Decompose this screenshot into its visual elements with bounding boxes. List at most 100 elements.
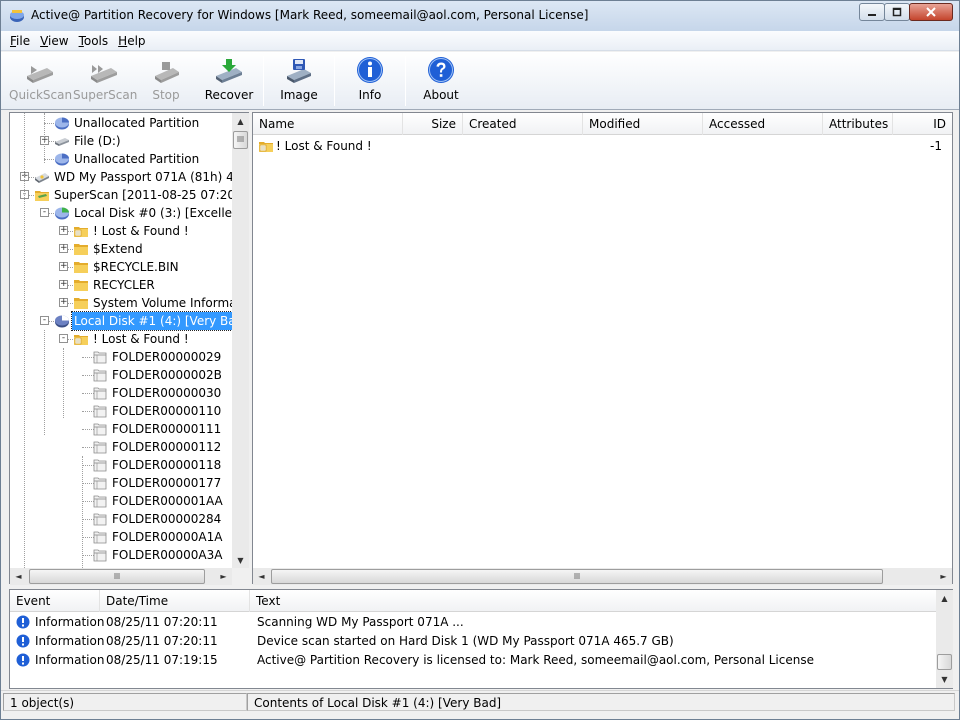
- tree-node[interactable]: FOLDER00000177: [10, 474, 232, 492]
- log-vertical-scrollbar[interactable]: ▲ ▼: [936, 590, 953, 688]
- tree-node[interactable]: + RECYCLER: [10, 276, 232, 294]
- info-button[interactable]: Info: [343, 56, 397, 108]
- expand-icon[interactable]: +: [59, 244, 68, 253]
- collapse-icon[interactable]: -: [59, 334, 68, 343]
- info-icon: [357, 57, 383, 83]
- column-attributes[interactable]: Attributes: [823, 113, 893, 135]
- list-horizontal-scrollbar[interactable]: ◄ ►: [253, 568, 952, 585]
- tree-guide-line: [44, 113, 45, 163]
- grip-icon: [574, 573, 580, 579]
- tree-node[interactable]: - Local Disk #0 (3:) [Excellent]: [10, 204, 232, 222]
- log-row[interactable]: Information 08/25/11 07:20:11 Device sca…: [10, 632, 936, 651]
- menu-view-key: V: [40, 33, 49, 48]
- tree-node[interactable]: + System Volume Informatic: [10, 294, 232, 312]
- tree-node[interactable]: - Local Disk #1 (4:) [Very Bad]: [10, 311, 232, 331]
- log-row[interactable]: Information 08/25/11 07:20:11 Scanning W…: [10, 613, 936, 632]
- scroll-down-arrow-icon[interactable]: ▼: [232, 552, 249, 569]
- tree-hscroll-thumb[interactable]: [29, 569, 205, 584]
- tree-node[interactable]: FOLDER00000A1A: [10, 528, 232, 546]
- menu-bar: File View Tools Help: [1, 31, 959, 51]
- tree-node[interactable]: + ! Lost & Found !: [10, 222, 232, 240]
- column-size[interactable]: Size: [403, 113, 463, 135]
- file-name: ! Lost & Found !: [276, 139, 372, 153]
- tree-node-label: FOLDER00000284: [112, 512, 222, 526]
- scroll-right-arrow-icon[interactable]: ►: [215, 568, 232, 585]
- menu-view-label: iew: [48, 33, 69, 48]
- file-list-row[interactable]: ! Lost & Found ! -1: [253, 137, 952, 155]
- tree-node[interactable]: + $Extend: [10, 240, 232, 258]
- tree-node[interactable]: +WD My Passport 071A (81h) 465.7: [10, 168, 232, 186]
- superscan-icon: [91, 65, 117, 83]
- about-button[interactable]: About: [413, 56, 469, 108]
- tree-vertical-scrollbar[interactable]: ▲ ▼: [232, 113, 249, 569]
- column-datetime[interactable]: Date/Time: [100, 590, 250, 612]
- close-button[interactable]: [909, 3, 953, 21]
- column-event[interactable]: Event: [10, 590, 100, 612]
- event-log-pane: Event Date/Time Text Information 08/25/1…: [9, 589, 953, 689]
- log-event: Information: [35, 615, 105, 629]
- maximize-button[interactable]: [884, 3, 910, 21]
- log-vscroll-thumb[interactable]: [937, 654, 952, 670]
- log-row[interactable]: Information 08/25/11 07:19:15 Active@ Pa…: [10, 651, 936, 670]
- quickscan-icon: [27, 66, 53, 83]
- expand-icon[interactable]: +: [59, 226, 68, 235]
- scroll-up-arrow-icon[interactable]: ▲: [232, 113, 249, 130]
- scroll-up-arrow-icon[interactable]: ▲: [936, 590, 953, 607]
- tree-node[interactable]: FOLDER00000112: [10, 438, 232, 456]
- app-icon: [10, 10, 24, 22]
- minimize-button[interactable]: [859, 3, 885, 21]
- tree-guide-line: [24, 113, 25, 568]
- list-hscroll-thumb[interactable]: [271, 569, 883, 584]
- column-text[interactable]: Text: [250, 590, 936, 612]
- help-icon: [428, 57, 454, 83]
- menu-tools[interactable]: Tools: [74, 31, 114, 51]
- column-accessed[interactable]: Accessed: [703, 113, 823, 135]
- title-bar[interactable]: Active@ Partition Recovery for Windows […: [1, 1, 959, 31]
- column-id[interactable]: ID: [893, 113, 952, 135]
- tree-vscroll-thumb[interactable]: [233, 131, 248, 149]
- scroll-right-arrow-icon[interactable]: ►: [935, 568, 952, 585]
- expand-icon[interactable]: +: [59, 280, 68, 289]
- menu-view[interactable]: View: [35, 31, 73, 51]
- drive-icon: [54, 133, 70, 149]
- expand-icon[interactable]: +: [59, 298, 68, 307]
- log-event: Information: [35, 634, 105, 648]
- scroll-left-arrow-icon[interactable]: ◄: [10, 568, 27, 585]
- tree-node-label: FOLDER00000A3A: [112, 548, 223, 562]
- log-datetime: 08/25/11 07:20:11: [106, 634, 218, 648]
- expand-icon[interactable]: +: [59, 262, 68, 271]
- folder-icon: [73, 277, 89, 293]
- tree-node[interactable]: -SuperScan [2011-08-25 07:20:11]: [10, 186, 232, 204]
- log-text: Device scan started on Hard Disk 1 (WD M…: [257, 634, 674, 648]
- collapse-icon[interactable]: -: [40, 208, 49, 217]
- lost-found-folder-icon: [73, 331, 89, 347]
- tree-node[interactable]: + $RECYCLE.BIN: [10, 258, 232, 276]
- superscan-button[interactable]: SuperScan: [73, 56, 137, 108]
- toolbar-separator: [405, 56, 406, 106]
- column-created[interactable]: Created: [463, 113, 583, 135]
- tree-node[interactable]: FOLDER00000118: [10, 456, 232, 474]
- column-modified[interactable]: Modified: [583, 113, 703, 135]
- disk-image-icon: [287, 59, 311, 83]
- recover-button[interactable]: Recover: [199, 56, 259, 108]
- tree-node[interactable]: FOLDER00000A3A: [10, 546, 232, 564]
- tree-node-label: FOLDER00000111: [112, 422, 222, 436]
- quickscan-button[interactable]: QuickScan: [9, 56, 73, 108]
- scroll-left-arrow-icon[interactable]: ◄: [253, 568, 270, 585]
- file-list-pane: Name Size Created Modified Accessed Attr…: [252, 112, 953, 585]
- tree-node[interactable]: FOLDER000001AA: [10, 492, 232, 510]
- deleted-folder-icon: [92, 403, 108, 419]
- scroll-down-arrow-icon[interactable]: ▼: [936, 671, 953, 688]
- partition-green-icon: [54, 205, 70, 221]
- image-button[interactable]: Image: [271, 56, 327, 108]
- tree-node[interactable]: FOLDER00000284: [10, 510, 232, 528]
- collapse-icon[interactable]: -: [40, 316, 49, 325]
- superscan-folder-icon: [34, 187, 50, 203]
- column-name[interactable]: Name: [253, 113, 403, 135]
- stop-button[interactable]: Stop: [139, 56, 193, 108]
- menu-help[interactable]: Help: [113, 31, 150, 51]
- menu-file[interactable]: File: [5, 31, 35, 51]
- event-log-header: Event Date/Time Text: [10, 590, 936, 612]
- tree-horizontal-scrollbar[interactable]: ◄ ►: [10, 568, 232, 585]
- quickscan-label: QuickScan: [9, 88, 73, 102]
